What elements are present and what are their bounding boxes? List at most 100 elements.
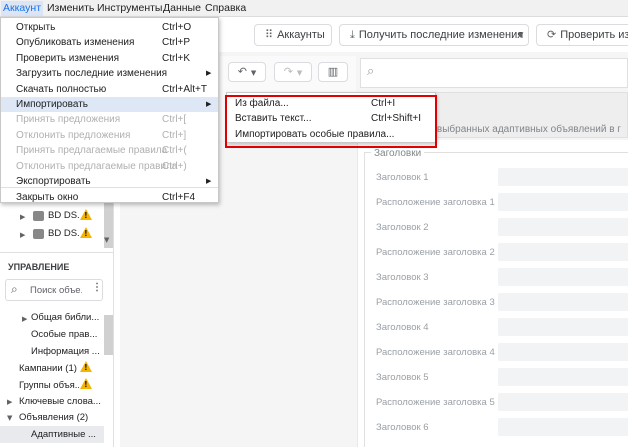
menu-item-label: Импортировать bbox=[16, 99, 89, 110]
menu-item-label: Принять предложения bbox=[16, 114, 121, 126]
submenu-arrow-icon: ▶ bbox=[206, 69, 212, 78]
field-label: Заголовок 6 bbox=[376, 422, 429, 433]
redo-button[interactable]: ↷ ▼ bbox=[274, 62, 312, 82]
nav-item-ads[interactable]: Объявления (2) bbox=[19, 412, 109, 423]
menu-item-label: Закрыть окно bbox=[16, 192, 79, 203]
nav-item-ad-groups[interactable]: Группы объя... bbox=[19, 380, 79, 391]
menu-item-label: Скачать полностью bbox=[16, 83, 107, 95]
field-label: Заголовок 2 bbox=[376, 222, 429, 233]
menu-item-shortcut: Ctrl+] bbox=[162, 129, 187, 141]
warning-icon: ! bbox=[80, 378, 92, 389]
expand-icon[interactable]: ▶ bbox=[20, 213, 25, 221]
nav-item-custom-rules[interactable]: Особые прав... bbox=[31, 329, 101, 340]
menu-item-label: Открыть bbox=[16, 22, 56, 33]
grid-search-bar[interactable]: ⌕ bbox=[360, 58, 628, 88]
chevron-down-icon: ▼ bbox=[250, 69, 257, 77]
field-input[interactable] bbox=[498, 218, 628, 236]
nav-item-shared-library[interactable]: Общая библи... bbox=[31, 312, 101, 323]
check-changes-button[interactable]: ⟳Проверить изм bbox=[536, 24, 628, 46]
menu-item-reject-proposed-rules[interactable]: Отклонить предлагаемые правила Ctrl+) bbox=[1, 159, 218, 174]
field-input[interactable] bbox=[498, 418, 628, 436]
more-options-icon[interactable]: ⋮ bbox=[92, 282, 102, 293]
highlight-box bbox=[225, 95, 437, 148]
menu-item-label: Принять предлагаемые правила bbox=[16, 145, 168, 157]
accounts-button[interactable]: ⠿ Аккаунты bbox=[254, 24, 332, 46]
menu-item-label: Загрузить последние изменения bbox=[16, 68, 168, 80]
menu-item-publish-changes[interactable]: Опубликовать изменения Ctrl+P bbox=[1, 35, 218, 50]
warning-icon: ! bbox=[80, 361, 92, 372]
chevron-down-icon: ▼ bbox=[296, 69, 303, 77]
campaign-icon bbox=[33, 211, 44, 221]
menu-item-shortcut: Ctrl+F4 bbox=[162, 192, 196, 203]
scroll-down-icon[interactable]: ▼ bbox=[104, 236, 109, 244]
menu-item-download-full[interactable]: Скачать полностью Ctrl+Alt+T bbox=[1, 82, 218, 97]
menu-item-check-changes[interactable]: Проверить изменения Ctrl+K bbox=[1, 51, 218, 66]
divider bbox=[0, 252, 114, 253]
menu-edit[interactable]: Изменить bbox=[47, 2, 94, 14]
menu-item-shortcut: Ctrl+Alt+T bbox=[162, 83, 208, 95]
menu-item-close-window[interactable]: Закрыть окно Ctrl+F4 bbox=[1, 190, 218, 205]
section-title: Заголовки bbox=[371, 148, 425, 159]
tree-item-label[interactable]: BD DS... bbox=[48, 210, 80, 221]
search-placeholder: Поиск объе... bbox=[30, 285, 82, 296]
menu-item-shortcut: Ctrl+) bbox=[162, 160, 187, 172]
undo-button[interactable]: ↶ ▼ bbox=[228, 62, 266, 82]
nav-item-keywords[interactable]: Ключевые слова... bbox=[19, 396, 109, 407]
menu-item-reject-proposals[interactable]: Отклонить предложения Ctrl+] bbox=[1, 128, 218, 143]
menu-data[interactable]: Данные bbox=[163, 2, 201, 14]
check-changes-label: Проверить изм bbox=[560, 29, 628, 41]
menu-item-get-latest-changes[interactable]: Загрузить последние изменения ▶ bbox=[1, 66, 218, 81]
columns-button[interactable]: ▥ bbox=[318, 62, 348, 82]
field-input[interactable] bbox=[498, 193, 628, 211]
field-input[interactable] bbox=[498, 168, 628, 186]
account-menu: Открыть Ctrl+O Опубликовать изменения Ctrl+… bbox=[0, 17, 219, 203]
download-icon: ⤓ bbox=[350, 28, 355, 41]
menu-item-import[interactable]: Импортировать ▶ bbox=[1, 97, 218, 113]
field-input[interactable] bbox=[498, 368, 628, 386]
menu-item-label: Проверить изменения bbox=[16, 52, 120, 64]
nav-item-responsive-ads[interactable]: Адаптивные ... bbox=[31, 429, 101, 440]
collapse-icon[interactable]: ▼ bbox=[7, 414, 12, 422]
expand-icon[interactable]: ▶ bbox=[20, 231, 25, 239]
menu-item-shortcut: Ctrl+K bbox=[162, 52, 191, 64]
menu-item-shortcut: Ctrl+[ bbox=[162, 114, 187, 126]
expand-icon[interactable]: ▶ bbox=[22, 315, 27, 323]
management-heading: УПРАВЛЕНИЕ bbox=[8, 262, 70, 272]
field-input[interactable] bbox=[498, 268, 628, 286]
menu-account[interactable]: Аккаунт bbox=[1, 1, 44, 16]
tree-item-label[interactable]: BD DS... bbox=[48, 228, 80, 239]
field-input[interactable] bbox=[498, 293, 628, 311]
field-input[interactable] bbox=[498, 318, 628, 336]
menu-item-open[interactable]: Открыть Ctrl+O bbox=[1, 20, 218, 35]
menu-item-shortcut: Ctrl+( bbox=[162, 145, 187, 157]
field-input[interactable] bbox=[498, 393, 628, 411]
search-icon: ⌕ bbox=[11, 282, 18, 296]
nav-item-campaigns[interactable]: Кампании (1) bbox=[19, 363, 81, 374]
field-input[interactable] bbox=[498, 343, 628, 361]
search-icon: ⌕ bbox=[367, 64, 375, 79]
menu-item-accept-proposed-rules[interactable]: Принять предлагаемые правила Ctrl+( bbox=[1, 143, 218, 158]
object-search-input[interactable]: ⌕ Поиск объе... ⋮ bbox=[5, 279, 103, 301]
headlines-form: Заголовки Заголовок 1 Расположение заголо… bbox=[357, 140, 628, 447]
field-input[interactable] bbox=[498, 243, 628, 261]
menu-separator bbox=[1, 187, 218, 188]
menu-tools[interactable]: Инструменты bbox=[97, 2, 162, 14]
nav-item-info[interactable]: Информация ... bbox=[31, 346, 101, 357]
menubar: Аккаунт Изменить Инструменты Данные Спра… bbox=[0, 0, 628, 17]
expand-icon[interactable]: ▶ bbox=[7, 398, 12, 406]
menu-item-accept-proposals[interactable]: Принять предложения Ctrl+[ bbox=[1, 112, 218, 127]
field-label: Заголовок 3 bbox=[376, 272, 429, 283]
columns-icon: ▥ bbox=[327, 65, 339, 78]
refresh-icon: ⟳ bbox=[547, 28, 557, 41]
menu-help[interactable]: Справка bbox=[205, 2, 246, 14]
app-window: Аккаунт Изменить Инструменты Данные Спра… bbox=[0, 0, 628, 447]
accounts-label: Аккаунты bbox=[277, 29, 325, 41]
field-label: Расположение заголовка 4 bbox=[376, 347, 495, 358]
menu-item-label: Опубликовать изменения bbox=[16, 37, 135, 49]
campaign-icon bbox=[33, 229, 44, 239]
nav-scrollbar[interactable] bbox=[104, 315, 113, 355]
menu-item-label: Отклонить предлагаемые правила bbox=[16, 160, 178, 172]
field-label: Расположение заголовка 1 bbox=[376, 197, 495, 208]
field-label: Расположение заголовка 3 bbox=[376, 297, 495, 308]
get-changes-button[interactable]: ⤓ Получить последние изменения ▼ bbox=[339, 24, 529, 46]
